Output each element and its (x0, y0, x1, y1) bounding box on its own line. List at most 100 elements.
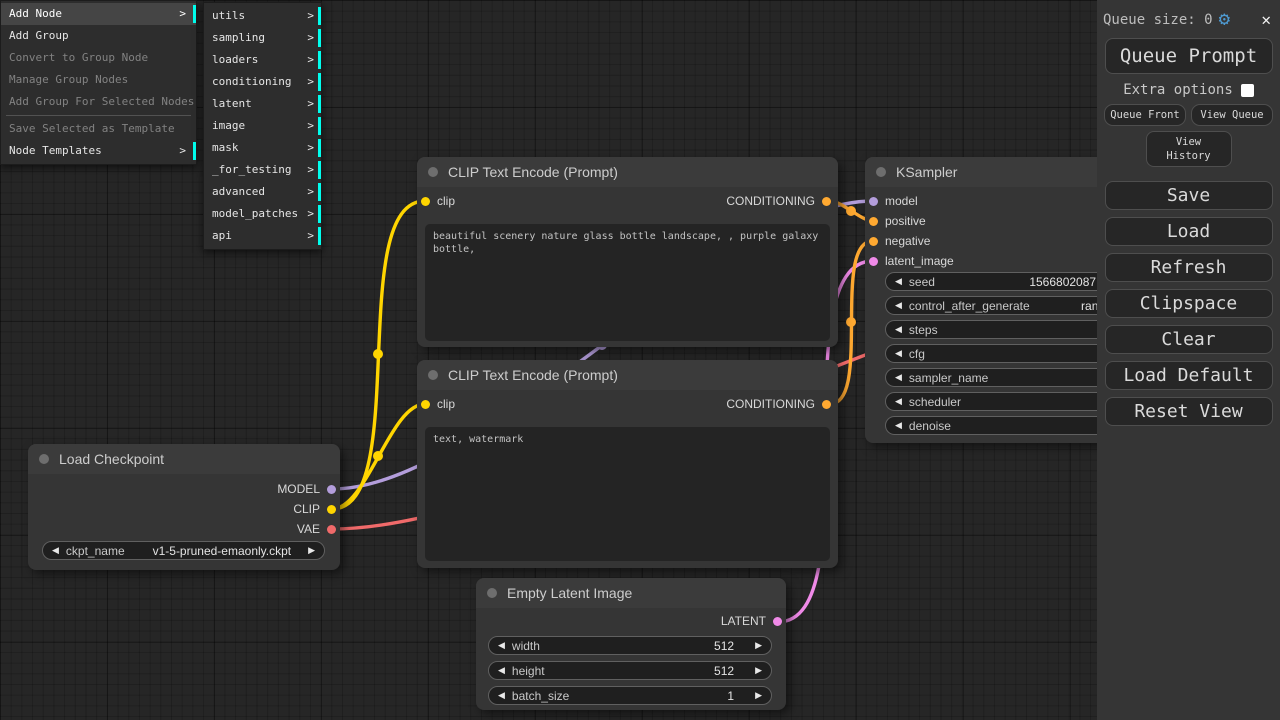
decrement-arrow-icon[interactable]: ◀ (895, 396, 902, 407)
wire-midpoint-dot (846, 206, 856, 216)
port-dot-clip[interactable] (327, 505, 336, 514)
node-title: KSampler (896, 164, 957, 180)
port-dot-latent-image[interactable] (869, 257, 878, 266)
decrement-arrow-icon[interactable]: ◀ (498, 690, 505, 701)
output-port-model[interactable]: MODEL (28, 479, 340, 499)
menu-item-add-group[interactable]: Add Group (1, 25, 196, 47)
clear-button[interactable]: Clear (1105, 325, 1273, 354)
output-port-conditioning[interactable]: CONDITIONING (726, 397, 838, 411)
input-port-clip[interactable]: clip CONDITIONING (417, 191, 838, 211)
port-dot-clip[interactable] (421, 400, 430, 409)
collapse-dot[interactable] (428, 370, 438, 380)
node-title-bar[interactable]: Empty Latent Image (476, 578, 786, 608)
prompt-textarea[interactable]: beautiful scenery nature glass bottle la… (425, 224, 830, 341)
decrement-arrow-icon[interactable]: ◀ (895, 348, 902, 359)
decrement-arrow-icon[interactable]: ◀ (498, 665, 505, 676)
widget-batch-size[interactable]: ◀ batch_size 1 ▶ (488, 686, 772, 705)
port-dot-latent[interactable] (773, 617, 782, 626)
reset-view-button[interactable]: Reset View (1105, 397, 1273, 426)
output-port-vae[interactable]: VAE (28, 519, 340, 539)
decrement-arrow-icon[interactable]: ◀ (895, 276, 902, 287)
submenu-item-utils[interactable]: utils > (204, 5, 321, 27)
collapse-dot[interactable] (428, 167, 438, 177)
port-dot-positive[interactable] (869, 217, 878, 226)
refresh-button[interactable]: Refresh (1105, 253, 1273, 282)
decrement-arrow-icon[interactable]: ◀ (895, 420, 902, 431)
menu-item-label: loaders (212, 53, 258, 66)
submenu-item-api[interactable]: api > (204, 225, 321, 247)
queue-front-button[interactable]: Queue Front (1104, 104, 1186, 126)
port-dot-conditioning[interactable] (822, 400, 831, 409)
view-history-button[interactable]: View History (1146, 131, 1232, 167)
increment-arrow-icon[interactable]: ▶ (755, 640, 762, 651)
submenu-accent-bar (193, 5, 196, 23)
widget-value: 512 (714, 664, 734, 678)
submenu-item-conditioning[interactable]: conditioning > (204, 71, 321, 93)
collapse-dot[interactable] (487, 588, 497, 598)
port-dot-model[interactable] (327, 485, 336, 494)
collapse-dot[interactable] (876, 167, 886, 177)
menu-item-add-node[interactable]: Add Node > (1, 3, 196, 25)
port-dot-clip[interactable] (421, 197, 430, 206)
submenu-item-loaders[interactable]: loaders > (204, 49, 321, 71)
increment-arrow-icon[interactable]: ▶ (755, 690, 762, 701)
increment-arrow-icon[interactable]: ▶ (308, 545, 315, 556)
port-dot-model[interactable] (869, 197, 878, 206)
menu-item-save-selected-as-template: Save Selected as Template (1, 118, 196, 140)
close-icon[interactable]: ✕ (1261, 10, 1271, 29)
increment-arrow-icon[interactable]: ▶ (755, 665, 762, 676)
submenu-arrow-icon: > (307, 181, 314, 203)
queue-buttons-row: Queue Front View Queue (1097, 104, 1280, 126)
port-dot-negative[interactable] (869, 237, 878, 246)
node-clip-text-encode-positive[interactable]: CLIP Text Encode (Prompt) clip CONDITION… (417, 157, 838, 347)
output-port-clip[interactable]: CLIP (28, 499, 340, 519)
decrement-arrow-icon[interactable]: ◀ (895, 372, 902, 383)
submenu-item-mask[interactable]: mask > (204, 137, 321, 159)
node-empty-latent-image[interactable]: Empty Latent Image LATENT ◀ width 512 ▶ … (476, 578, 786, 710)
decrement-arrow-icon[interactable]: ◀ (895, 324, 902, 335)
widget-value: 1566802087 (1029, 275, 1096, 289)
widget-width[interactable]: ◀ width 512 ▶ (488, 636, 772, 655)
load-button[interactable]: Load (1105, 217, 1273, 246)
output-port-conditioning[interactable]: CONDITIONING (726, 194, 838, 208)
node-clip-text-encode-negative[interactable]: CLIP Text Encode (Prompt) clip CONDITION… (417, 360, 838, 568)
save-button[interactable]: Save (1105, 181, 1273, 210)
menu-item-convert-to-group-node: Convert to Group Node (1, 47, 196, 69)
canvas-context-menu: Add Node > Add Group Convert to Group No… (0, 0, 197, 165)
wire-midpoint-dot (846, 317, 856, 327)
menu-item-label: Save Selected as Template (9, 122, 175, 135)
node-load-checkpoint[interactable]: Load Checkpoint MODEL CLIP VAE ◀ ckpt_na… (28, 444, 340, 570)
widget-name: width (512, 639, 540, 653)
node-title-bar[interactable]: Load Checkpoint (28, 444, 340, 474)
submenu-item-for-testing[interactable]: _for_testing > (204, 159, 321, 181)
extra-options-checkbox[interactable] (1241, 84, 1254, 97)
output-port-latent[interactable]: LATENT (476, 611, 786, 631)
port-dot-vae[interactable] (327, 525, 336, 534)
port-label: latent_image (885, 254, 954, 268)
node-title-bar[interactable]: CLIP Text Encode (Prompt) (417, 360, 838, 390)
widget-height[interactable]: ◀ height 512 ▶ (488, 661, 772, 680)
decrement-arrow-icon[interactable]: ◀ (895, 300, 902, 311)
clipspace-button[interactable]: Clipspace (1105, 289, 1273, 318)
decrement-arrow-icon[interactable]: ◀ (52, 545, 59, 556)
queue-header: Queue size: 0 ⚙ ✕ (1097, 0, 1280, 31)
decrement-arrow-icon[interactable]: ◀ (498, 640, 505, 651)
settings-gear-icon[interactable]: ⚙ (1219, 10, 1230, 29)
extra-options-label: Extra options (1123, 82, 1233, 98)
port-dot-conditioning[interactable] (822, 197, 831, 206)
prompt-textarea[interactable]: text, watermark (425, 427, 830, 561)
input-port-clip[interactable]: clip CONDITIONING (417, 394, 838, 414)
submenu-item-sampling[interactable]: sampling > (204, 27, 321, 49)
view-queue-button[interactable]: View Queue (1191, 104, 1273, 126)
menu-item-node-templates[interactable]: Node Templates > (1, 140, 196, 162)
widget-value: 1 (727, 689, 734, 703)
collapse-dot[interactable] (39, 454, 49, 464)
queue-prompt-button[interactable]: Queue Prompt (1105, 38, 1273, 74)
submenu-item-model-patches[interactable]: model_patches > (204, 203, 321, 225)
node-title-bar[interactable]: CLIP Text Encode (Prompt) (417, 157, 838, 187)
submenu-item-advanced[interactable]: advanced > (204, 181, 321, 203)
submenu-item-image[interactable]: image > (204, 115, 321, 137)
submenu-item-latent[interactable]: latent > (204, 93, 321, 115)
load-default-button[interactable]: Load Default (1105, 361, 1273, 390)
widget-ckpt-name[interactable]: ◀ ckpt_name v1-5-pruned-emaonly.ckpt ▶ (42, 541, 325, 560)
